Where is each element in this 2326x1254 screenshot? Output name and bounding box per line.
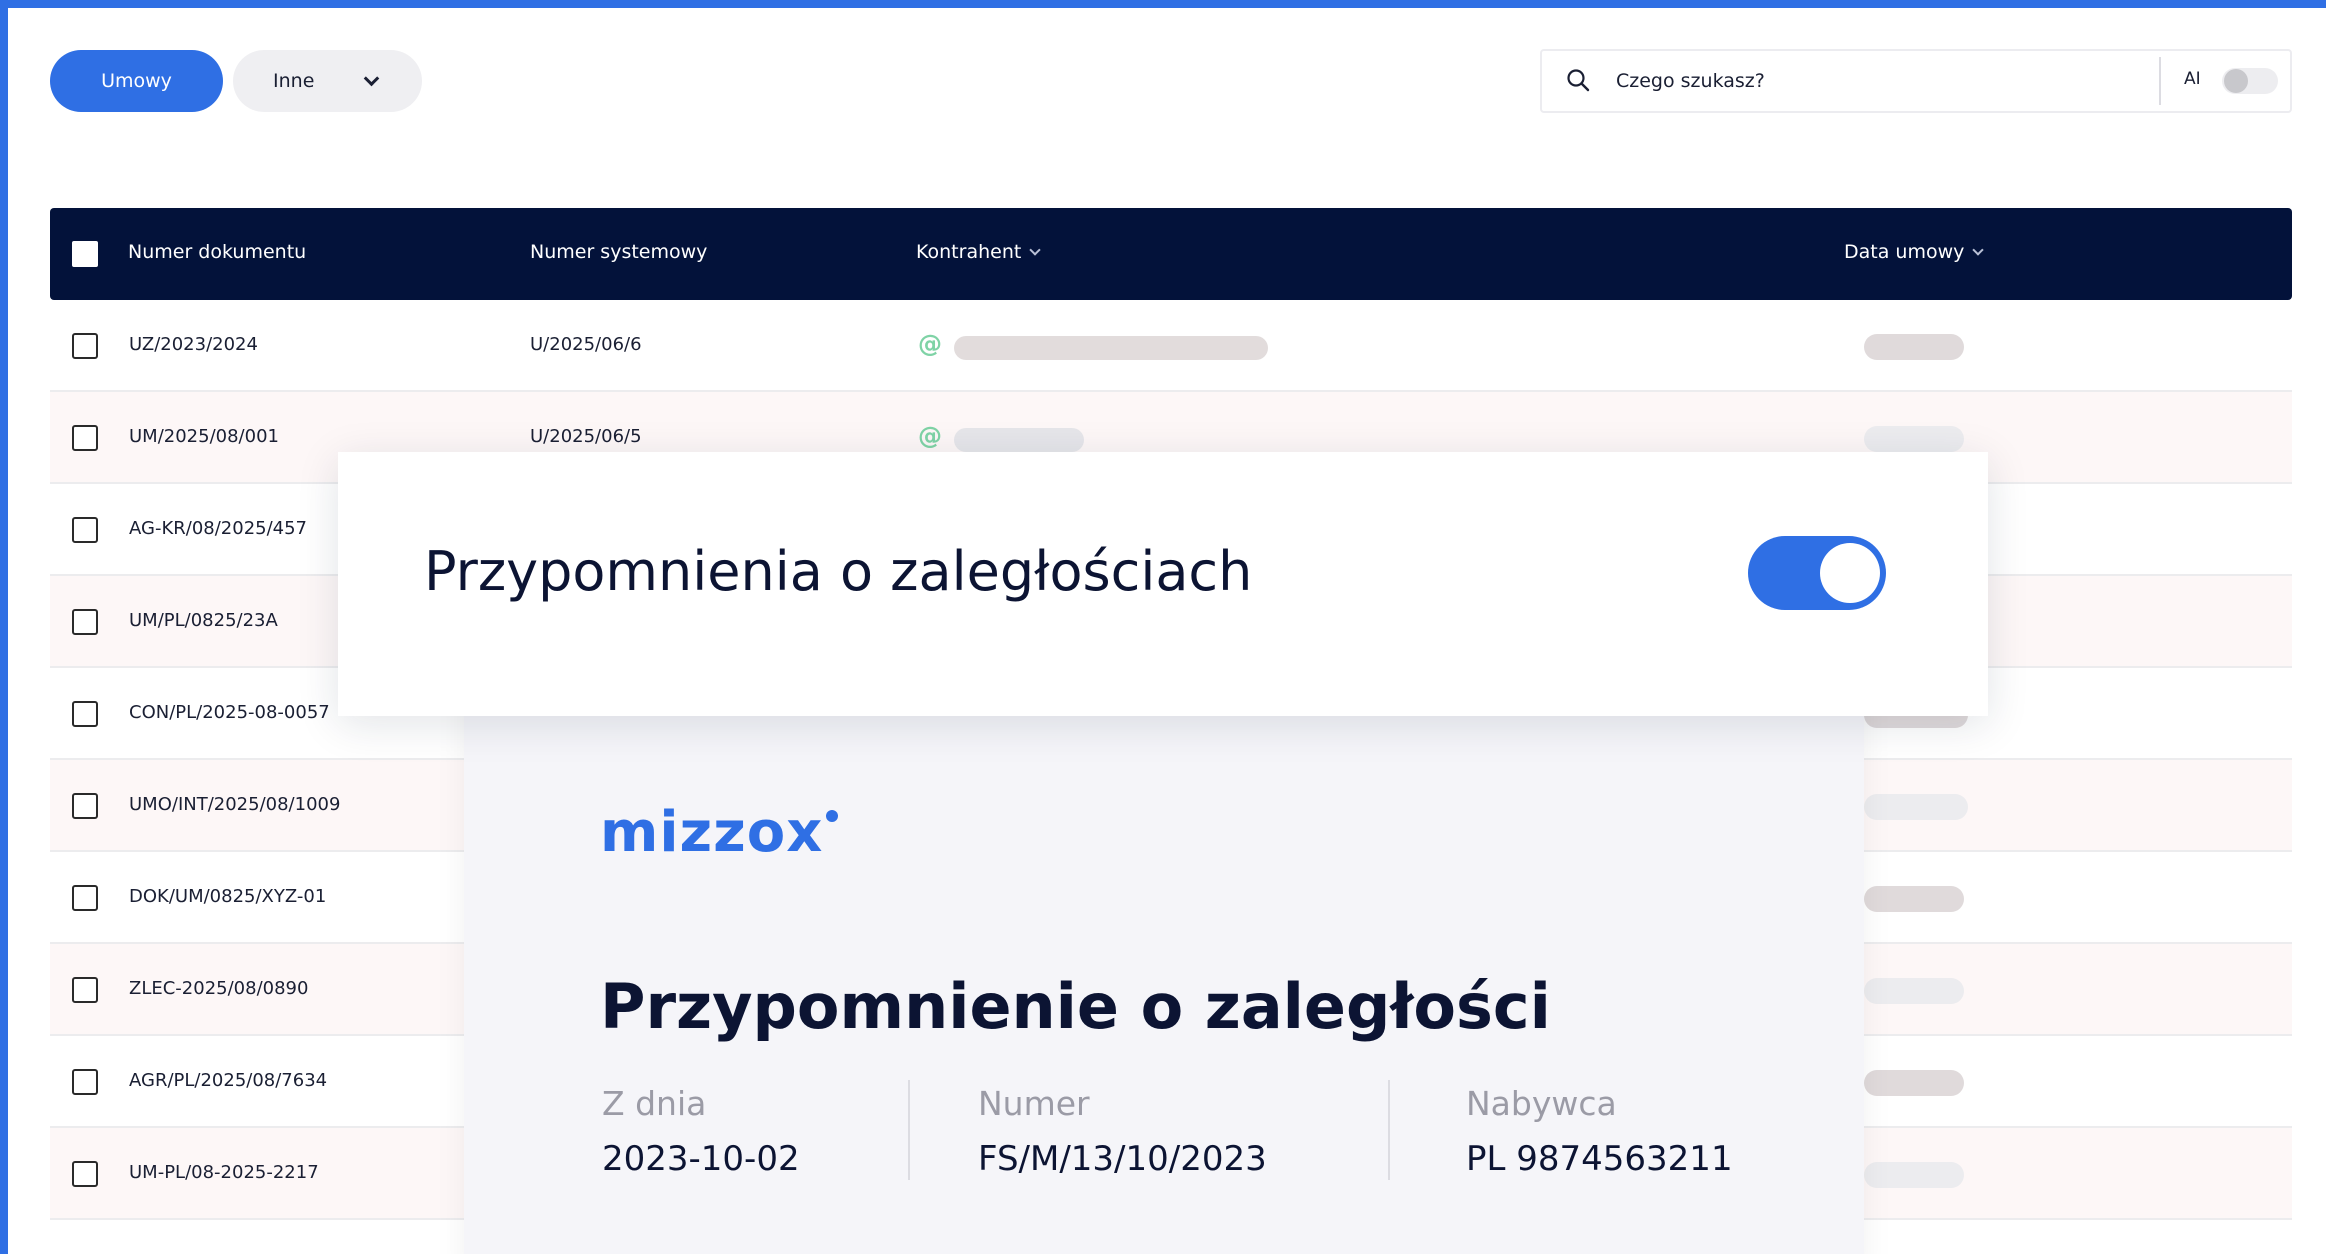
app-frame-top [0,0,2326,8]
doc-number: UM/2025/08/001 [129,426,279,447]
doc-number: UM-PL/08-2025-2217 [129,1162,319,1183]
document-preview: mizzox Przypomnienie o zaległości Z dnia… [464,660,1864,1254]
doc-number: ZLEC-2025/08/0890 [129,978,309,999]
document-title: Przypomnienie o zaległości [600,970,1551,1043]
column-date-label: Data umowy [1844,241,1965,263]
row-checkbox[interactable] [72,1161,98,1187]
column-sys-label: Numer systemowy [530,241,708,263]
doc-number: UM/PL/0825/23A [129,610,278,631]
system-number: U/2025/06/6 [530,334,642,355]
meta-date: Z dnia 2023-10-02 [602,1084,800,1179]
tab-inne-label: Inne [273,70,315,92]
search-divider [2159,57,2161,105]
reminders-toggle[interactable] [1748,536,1886,610]
date-placeholder [1864,1162,1964,1188]
select-all-checkbox[interactable] [72,241,98,267]
search-icon[interactable] [1566,68,1590,92]
app-frame-left [0,0,8,1254]
tab-inne-dropdown[interactable]: Inne [233,50,422,112]
date-placeholder [1864,426,1964,452]
chevron-down-icon [1029,243,1041,256]
row-checkbox[interactable] [72,333,98,359]
date-placeholder [1864,978,1964,1004]
doc-number: DOK/UM/0825/XYZ-01 [129,886,327,907]
email-icon: @ [918,422,942,450]
meta-buyer: Nabywca PL 9874563211 [1466,1084,1733,1179]
doc-number: UMO/INT/2025/08/1009 [129,794,341,815]
meta-buyer-value: PL 9874563211 [1466,1139,1733,1179]
row-checkbox[interactable] [72,517,98,543]
contractor-placeholder [954,336,1268,360]
ai-toggle-knob [2224,69,2248,93]
column-doc-label: Numer dokumentu [128,241,307,263]
email-icon: @ [918,330,942,358]
column-header-contractor[interactable]: Kontrahent [916,241,1041,263]
row-checkbox[interactable] [72,701,98,727]
date-placeholder [1864,886,1964,912]
meta-divider [1388,1080,1390,1180]
reminders-title: Przypomnienia o zaległościach [424,540,1253,603]
doc-number: CON/PL/2025-08-0057 [129,702,330,723]
doc-number: UZ/2023/2024 [129,334,258,355]
table-header: Numer dokumentu Numer systemowy Kontrahe… [50,208,2292,300]
search-input[interactable] [1616,51,2176,111]
ai-toggle-label: AI [2184,69,2201,89]
tab-umowy[interactable]: Umowy [50,50,223,112]
meta-number: Numer FS/M/13/10/2023 [978,1084,1267,1179]
reminders-toggle-knob [1820,543,1880,603]
column-contractor-label: Kontrahent [916,241,1022,263]
column-header-date[interactable]: Data umowy [1844,241,1985,263]
meta-date-value: 2023-10-02 [602,1139,800,1179]
system-number: U/2025/06/5 [530,426,642,447]
row-checkbox[interactable] [72,977,98,1003]
row-checkbox[interactable] [72,609,98,635]
doc-number: AGR/PL/2025/08/7634 [129,1070,328,1091]
ai-toggle[interactable] [2222,68,2278,94]
meta-buyer-label: Nabywca [1466,1084,1617,1123]
column-header-doc[interactable]: Numer dokumentu [128,241,306,263]
search-bar: AI [1540,49,2292,113]
date-placeholder [1864,794,1968,820]
column-header-sys[interactable]: Numer systemowy [530,241,707,263]
contractor-placeholder [954,428,1084,452]
company-logo: mizzox [600,800,824,865]
table-row[interactable]: UZ/2023/2024 U/2025/06/6 @ [50,300,2292,392]
meta-number-value: FS/M/13/10/2023 [978,1139,1267,1179]
row-checkbox[interactable] [72,1069,98,1095]
chevron-down-icon [364,70,380,86]
row-checkbox[interactable] [72,793,98,819]
tab-umowy-label: Umowy [101,70,172,92]
logo-dot [826,810,838,822]
meta-date-label: Z dnia [602,1084,707,1123]
chevron-down-icon [1972,243,1985,256]
reminders-card: Przypomnienia o zaległościach [338,452,1988,716]
row-checkbox[interactable] [72,885,98,911]
date-placeholder [1864,1070,1964,1096]
row-checkbox[interactable] [72,425,98,451]
date-placeholder [1864,334,1964,360]
doc-number: AG-KR/08/2025/457 [129,518,308,539]
meta-divider [908,1080,910,1180]
meta-number-label: Numer [978,1084,1090,1123]
